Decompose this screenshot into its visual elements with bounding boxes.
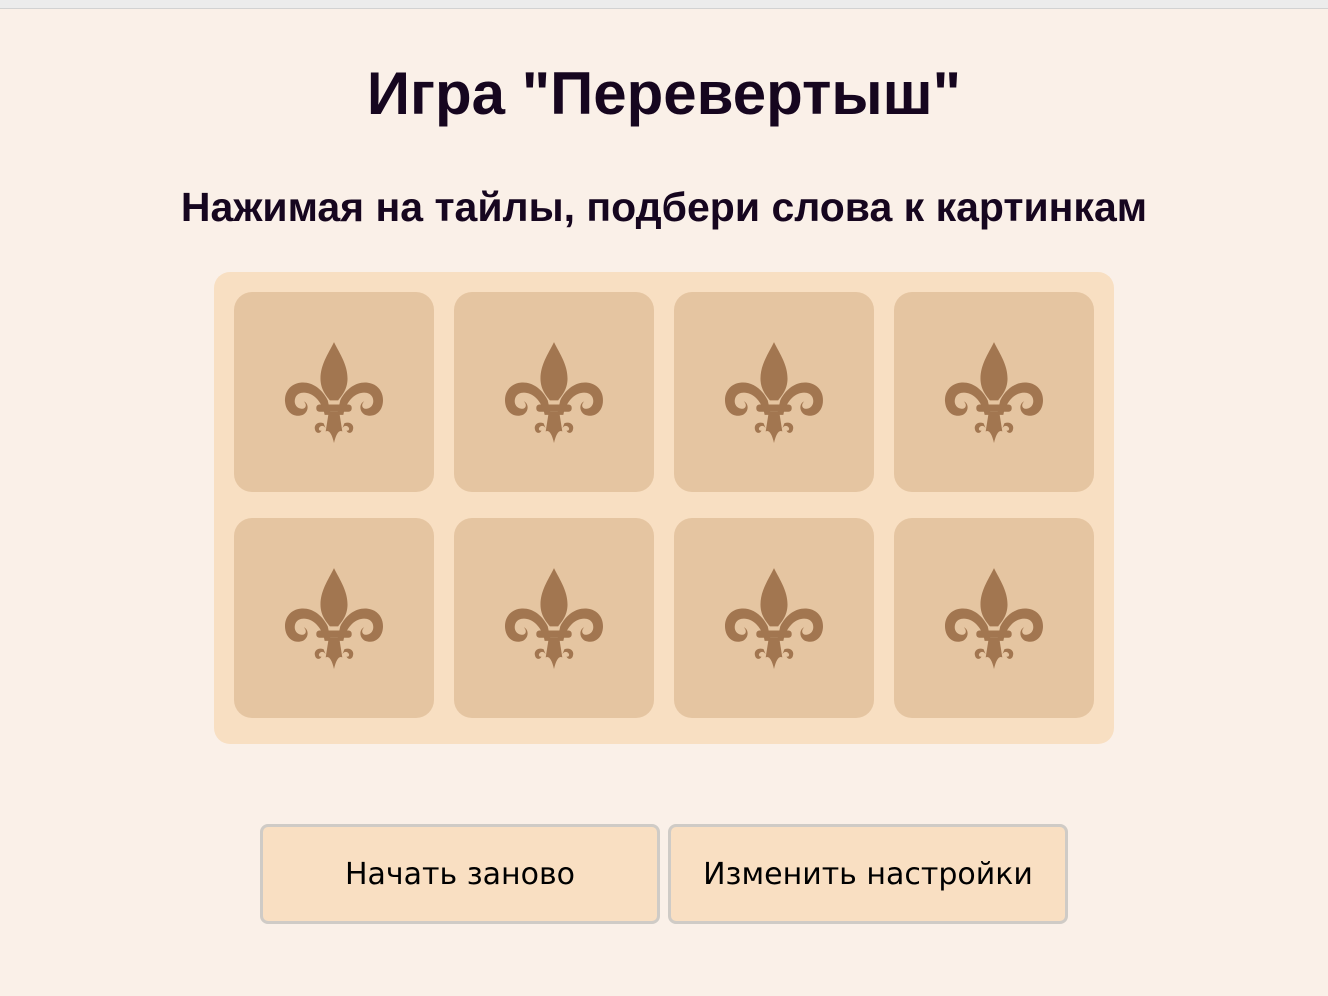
tile-5[interactable] — [234, 518, 434, 718]
fleur-de-lis-icon — [285, 568, 383, 669]
browser-top-edge — [0, 0, 1328, 9]
tile-8[interactable] — [894, 518, 1094, 718]
tile-2[interactable] — [454, 292, 654, 492]
tile-1[interactable] — [234, 292, 434, 492]
fleur-de-lis-icon — [725, 342, 823, 443]
page-title: Игра "Перевертыш" — [366, 60, 962, 127]
fleur-de-lis-icon — [945, 568, 1043, 669]
tile-7[interactable] — [674, 518, 874, 718]
tile-4[interactable] — [894, 292, 1094, 492]
fleur-de-lis-icon — [945, 342, 1043, 443]
fleur-de-lis-icon — [285, 342, 383, 443]
game-board — [214, 272, 1114, 744]
restart-button[interactable]: Начать заново — [260, 824, 660, 924]
fleur-de-lis-icon — [725, 568, 823, 669]
fleur-de-lis-icon — [505, 342, 603, 443]
instruction-text: Нажимая на тайлы, подбери слова к картин… — [180, 184, 1148, 230]
fleur-de-lis-icon — [505, 568, 603, 669]
change-settings-button[interactable]: Изменить настройки — [668, 824, 1068, 924]
tile-3[interactable] — [674, 292, 874, 492]
tile-6[interactable] — [454, 518, 654, 718]
